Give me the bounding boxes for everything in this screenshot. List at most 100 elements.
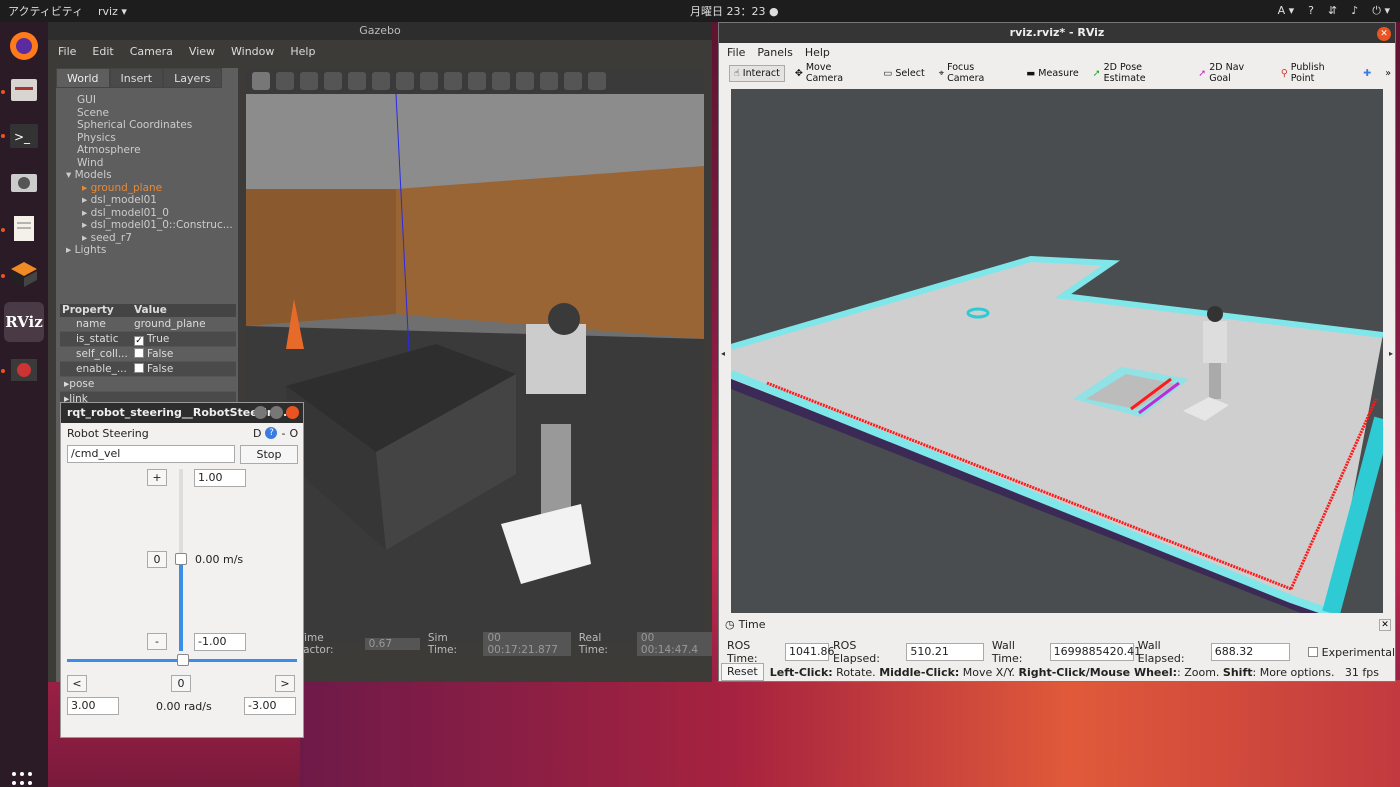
paste-icon[interactable] <box>564 72 582 90</box>
turn-right-button[interactable]: > <box>275 675 295 692</box>
files-icon[interactable] <box>4 70 44 110</box>
tree-item-gui[interactable]: GUI <box>66 94 238 107</box>
collapse-left-icon[interactable]: ◂ <box>721 349 725 358</box>
copy-icon[interactable] <box>540 72 558 90</box>
angular-slider-handle[interactable] <box>177 654 189 666</box>
rviz-3d-viewport[interactable] <box>731 89 1383 613</box>
turn-left-button[interactable]: < <box>67 675 87 692</box>
tab-layers[interactable]: Layers <box>163 68 222 88</box>
rqt-icon[interactable] <box>4 350 44 390</box>
experimental-checkbox[interactable] <box>1308 647 1318 657</box>
power-icon[interactable]: ⏻ ▾ <box>1372 4 1390 18</box>
collapsed-icon[interactable]: ▸ <box>82 232 91 244</box>
tab-insert[interactable]: Insert <box>109 68 164 88</box>
tree-item-scene[interactable]: Scene <box>66 107 238 120</box>
collapsed-icon[interactable]: ▸ <box>82 194 91 206</box>
max-angular-spinbox[interactable]: 3.00 <box>67 697 119 715</box>
min-linear-spinbox[interactable]: -1.00 <box>194 633 246 651</box>
tree-item-spherical[interactable]: Spherical Coordinates <box>66 119 238 132</box>
wall-elapsed-field[interactable]: 688.32 <box>1210 643 1291 661</box>
tree-item-atmosphere[interactable]: Atmosphere <box>66 144 238 157</box>
menu-window[interactable]: Window <box>231 45 274 58</box>
collapsed-icon[interactable]: ▸ <box>82 219 91 231</box>
menu-view[interactable]: View <box>189 45 215 58</box>
camera-icon[interactable] <box>4 162 44 202</box>
input-method-indicator[interactable]: A ▾ <box>1278 4 1295 18</box>
expand-icon[interactable]: ▾ <box>66 169 75 181</box>
property-value[interactable]: ground_plane <box>132 318 236 330</box>
tree-item-model[interactable]: ▸ dsl_model01_0::Construc... <box>66 219 238 232</box>
clock[interactable]: 月曜日 23：23 ● <box>690 3 779 19</box>
activities-button[interactable]: アクティビティ <box>8 3 83 19</box>
gazebo-icon[interactable] <box>4 254 44 294</box>
stop-button[interactable]: Stop <box>240 445 298 464</box>
minimize-icon[interactable] <box>254 406 267 419</box>
linear-slider-handle[interactable] <box>175 553 187 565</box>
menu-camera[interactable]: Camera <box>130 45 173 58</box>
undo-icon[interactable] <box>348 72 366 90</box>
align-icon[interactable] <box>588 72 606 90</box>
tab-world[interactable]: World <box>56 68 110 88</box>
measure-tool[interactable]: ▬ Measure <box>1022 66 1082 81</box>
gazebo-3d-viewport[interactable] <box>246 94 704 642</box>
ros-elapsed-field[interactable]: 510.21 <box>906 643 984 661</box>
decrease-linear-button[interactable]: - <box>147 633 167 650</box>
min-angular-spinbox[interactable]: -3.00 <box>244 697 296 715</box>
translate-icon[interactable] <box>276 72 294 90</box>
rviz-close-icon[interactable]: ✕ <box>1377 26 1391 41</box>
terminal-icon[interactable]: >_ <box>4 116 44 156</box>
system-tray[interactable]: A ▾ ? ⇵ ♪ ⏻ ▾ <box>1278 4 1390 18</box>
tree-item-physics[interactable]: Physics <box>66 132 238 145</box>
menu-help[interactable]: Help <box>290 45 315 58</box>
checkbox-checked[interactable]: ✓ <box>134 335 144 346</box>
tree-item-model[interactable]: ▸ seed_r7 <box>66 232 238 245</box>
checkbox[interactable] <box>134 363 144 373</box>
select-mode-icon[interactable] <box>252 72 270 90</box>
wall-time-field[interactable]: 1699885420.41 <box>1049 643 1141 661</box>
select-tool[interactable]: ▭ Select <box>879 66 928 81</box>
tree-item-model[interactable]: ▸ dsl_model01_0 <box>66 207 238 220</box>
network-icon[interactable]: ⇵ <box>1328 4 1337 18</box>
collapse-right-icon[interactable]: ▸ <box>1389 349 1393 358</box>
tree-item-models[interactable]: ▾ Models <box>66 169 238 182</box>
rotate-icon[interactable] <box>300 72 318 90</box>
firefox-icon[interactable] <box>4 26 44 66</box>
close-button[interactable]: O <box>289 427 298 440</box>
show-applications-icon[interactable] <box>12 772 36 787</box>
cylinder-shape-icon[interactable] <box>444 72 462 90</box>
topic-input[interactable]: /cmd_vel <box>67 445 235 463</box>
tree-item-model[interactable]: ▸ ground_plane <box>66 182 238 195</box>
menu-file[interactable]: File <box>727 46 745 59</box>
nav-goal-tool[interactable]: ➚ 2D Nav Goal <box>1194 60 1271 86</box>
maximize-icon[interactable] <box>270 406 283 419</box>
redo-icon[interactable] <box>372 72 390 90</box>
accessibility-icon[interactable]: ? <box>1308 4 1314 18</box>
box-shape-icon[interactable] <box>396 72 414 90</box>
max-linear-spinbox[interactable]: 1.00 <box>194 469 246 487</box>
close-panel-icon[interactable]: ✕ <box>1379 619 1391 631</box>
menu-panels[interactable]: Panels <box>757 46 792 59</box>
reset-button[interactable]: Reset <box>721 663 764 681</box>
focus-camera-tool[interactable]: ⌖ Focus Camera <box>935 60 1017 86</box>
scale-icon[interactable] <box>324 72 342 90</box>
sphere-shape-icon[interactable] <box>420 72 438 90</box>
zero-linear-button[interactable]: 0 <box>147 551 167 568</box>
rviz-icon[interactable]: RViz <box>4 302 44 342</box>
ros-time-field[interactable]: 1041.86 <box>785 643 835 661</box>
more-tools-icon[interactable]: » <box>1381 66 1395 81</box>
collapsed-icon[interactable]: ▸ <box>66 244 75 256</box>
collapsed-icon[interactable]: ▸ <box>60 378 69 390</box>
checkbox[interactable] <box>134 348 144 358</box>
menu-help[interactable]: Help <box>805 46 830 59</box>
tree-item-model[interactable]: ▸ dsl_model01 <box>66 194 238 207</box>
zero-angular-button[interactable]: 0 <box>171 675 191 692</box>
add-tool-icon[interactable]: ✚ <box>1359 66 1375 81</box>
collapsed-icon[interactable]: ▸ <box>82 182 91 194</box>
collapsed-icon[interactable]: ▸ <box>82 207 91 219</box>
close-icon[interactable] <box>286 406 299 419</box>
help-icon[interactable]: ? <box>265 427 278 439</box>
menu-file[interactable]: File <box>58 45 76 58</box>
property-pose[interactable]: ▸ pose <box>60 377 236 392</box>
minimize-button[interactable]: - <box>281 427 285 440</box>
interact-tool[interactable]: ☝ Interact <box>729 64 785 82</box>
